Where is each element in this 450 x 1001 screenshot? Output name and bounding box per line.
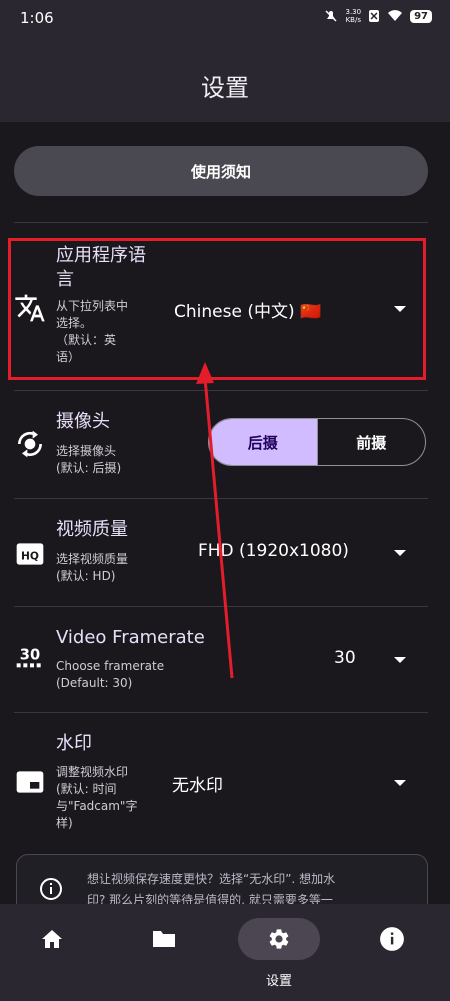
page-title: 设置 — [201, 74, 249, 102]
battery-badge: 97 — [410, 9, 432, 23]
video-quality-desc-line1: 选择视频质量 — [56, 552, 129, 566]
framerate-dropdown-arrow[interactable] — [394, 657, 406, 663]
camera-title: 摄像头 — [56, 411, 110, 432]
divider — [14, 712, 428, 713]
camera-desc-line2: (默认: 后摄) — [56, 461, 122, 475]
tip-line1: 想让视频保存速度更快？选择“无水印”. 想加水 — [87, 872, 336, 886]
video-quality-desc-line2: (默认: HD) — [56, 569, 116, 583]
watermark-title: 水印 — [56, 733, 92, 754]
speed-value: 3.30 — [345, 8, 362, 16]
svg-text:30: 30 — [20, 646, 40, 663]
video-quality-title: 视频质量 — [56, 519, 128, 540]
usage-notice-button[interactable]: 使用须知 — [14, 146, 428, 196]
network-speed: 3.30 KB/s — [345, 8, 361, 24]
hq-icon: HQ — [16, 543, 44, 565]
camera-segmented-control[interactable]: 后摄 前摄 — [208, 418, 426, 466]
settings-gear-icon — [269, 929, 289, 949]
watermark-desc-line2: (默认: 时间 — [56, 782, 117, 796]
framerate-row[interactable]: 30 Video Framerate Choose framerate (Def… — [0, 608, 450, 714]
divider — [14, 606, 428, 607]
video-quality-row[interactable]: HQ 视频质量 选择视频质量 (默认: HD) FHD (1920x1080) — [0, 500, 450, 606]
watermark-desc-line3: 与"Fadcam"字 — [56, 799, 138, 813]
nav-about[interactable] — [362, 924, 422, 954]
framerate-desc-line2: (Default: 30) — [56, 676, 133, 690]
sim-off-icon — [369, 10, 380, 22]
wifi-icon — [388, 10, 403, 21]
framerate-title: Video Framerate — [56, 627, 205, 648]
app-header: 设置 — [0, 36, 450, 122]
camera-switch-icon — [17, 430, 43, 458]
status-icons: 3.30 KB/s 97 — [324, 8, 432, 24]
bottom-navigation: 设置 — [0, 904, 450, 1001]
divider — [14, 498, 428, 499]
front-camera-option[interactable]: 前摄 — [318, 419, 426, 465]
nav-files[interactable] — [134, 924, 194, 954]
folder-icon — [153, 931, 175, 947]
tip-text: 想让视频保存速度更快？选择“无水印”. 想加水 印? 那么片刻的等待是值得的, … — [87, 869, 417, 904]
framerate-30-icon: 30 — [16, 646, 41, 668]
info-icon — [40, 878, 62, 900]
svg-text:HQ: HQ — [21, 549, 39, 562]
framerate-desc-line1: Choose framerate — [56, 659, 165, 673]
watermark-dropdown-arrow[interactable] — [394, 780, 406, 786]
speed-unit: KB/s — [345, 16, 361, 24]
status-time: 1:06 — [20, 9, 54, 27]
mute-icon — [325, 10, 338, 22]
status-bar: 1:06 3.30 KB/s 97 — [0, 0, 450, 36]
watermark-row[interactable]: 水印 调整视频水印 (默认: 时间 与"Fadcam"字 样) 无水印 — [0, 714, 450, 844]
watermark-dropdown-value[interactable]: 无水印 — [172, 771, 223, 796]
divider — [14, 222, 428, 223]
watermark-desc-line4: 样) — [56, 816, 73, 830]
info-circle-icon — [380, 927, 404, 951]
divider — [14, 390, 428, 391]
camera-desc-line1: 选择摄像头 — [56, 444, 117, 458]
back-camera-option[interactable]: 后摄 — [209, 419, 318, 465]
speed-tip-card: 想让视频保存速度更快？选择“无水印”. 想加水 印? 那么片刻的等待是值得的, … — [16, 854, 428, 904]
watermark-icon — [16, 771, 44, 793]
tip-line2: 印? 那么片刻的等待是值得的, 就只需要多等一 — [87, 893, 333, 904]
nav-home[interactable] — [22, 924, 82, 954]
watermark-desc-line1: 调整视频水印 — [56, 765, 129, 779]
framerate-dropdown-value[interactable]: 30 — [334, 648, 356, 668]
nav-settings[interactable] — [238, 918, 320, 960]
video-quality-dropdown-arrow[interactable] — [394, 550, 406, 556]
annotation-highlight-box — [8, 238, 426, 380]
home-icon — [42, 930, 62, 948]
nav-settings-label: 设置 — [265, 974, 292, 989]
video-quality-dropdown-value[interactable]: FHD (1920x1080) — [198, 541, 349, 561]
